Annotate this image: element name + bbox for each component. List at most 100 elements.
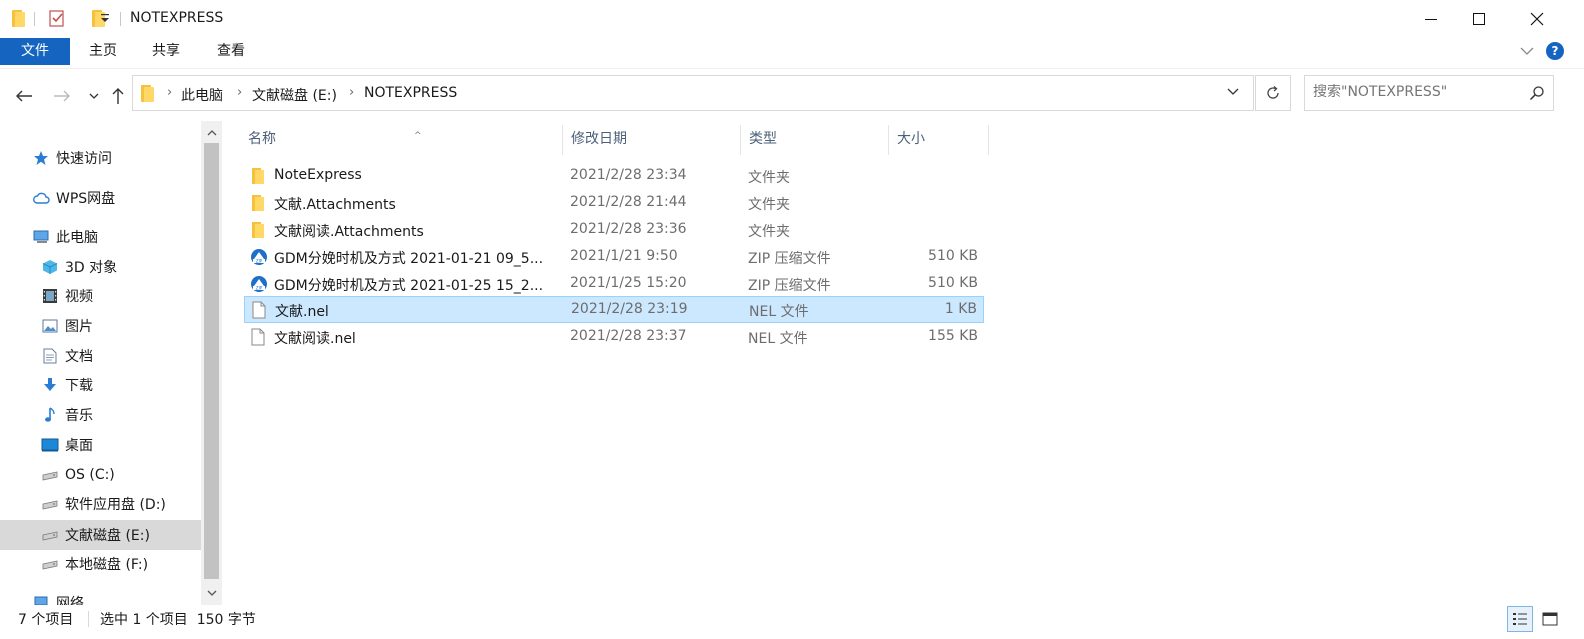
file-row-selected[interactable]: 文献.nel 2021/2/28 23:19 NEL 文件 1 KB: [244, 296, 984, 323]
sidebar-item-drive-d[interactable]: 软件应用盘 (D:): [41, 490, 166, 518]
chevron-right-icon[interactable]: ›: [167, 85, 172, 100]
cube-icon: [41, 258, 59, 276]
sidebar-item-3d-objects[interactable]: 3D 对象: [41, 253, 117, 281]
chevron-right-icon[interactable]: ›: [349, 85, 354, 100]
breadcrumb-drive-e[interactable]: 文献磁盘 (E:): [252, 85, 337, 105]
window-title: NOTEXPRESS: [130, 10, 224, 26]
sidebar-item-label: 网络: [56, 596, 84, 605]
zip-icon: ZIP: [250, 248, 268, 266]
sidebar-item-drive-e[interactable]: 文献磁盘 (E:): [41, 521, 150, 549]
forward-button[interactable]: [50, 85, 74, 107]
folder-icon: [250, 194, 268, 212]
chevron-down-icon[interactable]: [1520, 44, 1534, 60]
folder-icon: [250, 167, 268, 185]
sidebar-item-label: 图片: [65, 319, 93, 335]
column-header-size[interactable]: 大小: [889, 125, 989, 155]
properties-icon[interactable]: [48, 9, 66, 31]
file-name: 文献.nel: [275, 304, 329, 320]
sidebar-item-documents[interactable]: 文档: [41, 342, 93, 370]
column-header-name[interactable]: ^ 名称: [240, 125, 563, 155]
file-name: NoteExpress: [274, 167, 362, 183]
minimize-button[interactable]: [1408, 0, 1454, 38]
sidebar-item-music[interactable]: 音乐: [41, 401, 93, 429]
svg-text:ZIP: ZIP: [256, 259, 263, 264]
file-size: 155 KB: [928, 328, 978, 344]
file-row[interactable]: ZIP GDM分娩时机及方式 2021-01-25 15_2... 2021/1…: [244, 271, 984, 298]
folder-icon: [141, 85, 155, 102]
column-header-label: 大小: [897, 131, 925, 147]
scroll-down-icon[interactable]: [201, 583, 222, 603]
sidebar-item-drive-f[interactable]: 本地磁盘 (F:): [41, 550, 148, 578]
sidebar-item-desktop[interactable]: 桌面: [41, 431, 93, 459]
title-bar: NOTEXPRESS: [0, 0, 1584, 38]
selection-info: 选中 1 个项目 150 字节: [100, 612, 256, 628]
sidebar-item-network[interactable]: 网络: [32, 589, 84, 605]
refresh-button[interactable]: [1255, 75, 1291, 111]
file-row[interactable]: ZIP GDM分娩时机及方式 2021-01-21 09_5... 2021/1…: [244, 244, 984, 271]
file-type: 文件夹: [748, 197, 790, 213]
sidebar-item-label: 下载: [65, 378, 93, 394]
sidebar-item-this-pc[interactable]: 此电脑: [32, 223, 98, 251]
file-type: ZIP 压缩文件: [748, 251, 831, 267]
customize-quick-access-icon[interactable]: [100, 12, 110, 28]
sidebar-item-label: 软件应用盘 (D:): [65, 497, 166, 513]
search-input[interactable]: [1313, 84, 1523, 100]
scrollbar-thumb[interactable]: [204, 143, 219, 579]
status-bar: 7 个项目 选中 1 个项目 150 字节: [0, 605, 1584, 639]
sidebar-item-label: 此电脑: [56, 230, 98, 246]
column-header-date[interactable]: 修改日期: [563, 125, 741, 155]
help-icon[interactable]: ?: [1546, 42, 1564, 60]
sidebar-item-label: OS (C:): [65, 467, 115, 483]
column-header-type[interactable]: 类型: [741, 125, 889, 155]
desktop-icon: [41, 436, 59, 454]
large-icons-view-button[interactable]: [1537, 606, 1563, 632]
sidebar-item-videos[interactable]: 视频: [41, 282, 93, 310]
address-bar[interactable]: › 此电脑 › 文献磁盘 (E:) › NOTEXPRESS: [132, 75, 1254, 111]
sidebar-scrollbar[interactable]: [201, 121, 222, 605]
breadcrumb-this-pc[interactable]: 此电脑: [181, 85, 223, 105]
sidebar-item-wps-drive[interactable]: WPS网盘: [32, 184, 115, 212]
sidebar-item-downloads[interactable]: 下载: [41, 371, 93, 399]
sidebar-clip: 网络: [0, 589, 201, 605]
file-name: GDM分娩时机及方式 2021-01-21 09_5...: [274, 251, 544, 267]
sidebar-item-label: 文献磁盘 (E:): [65, 528, 150, 544]
divider: [34, 12, 35, 26]
svg-text:ZIP: ZIP: [256, 286, 263, 291]
recent-locations-button[interactable]: [82, 85, 106, 107]
sidebar-item-label: 快速访问: [56, 151, 112, 167]
tab-file[interactable]: 文件: [0, 38, 70, 65]
file-row[interactable]: 文献阅读.nel 2021/2/28 23:37 NEL 文件 155 KB: [244, 324, 984, 351]
sidebar-item-pictures[interactable]: 图片: [41, 312, 93, 340]
back-button[interactable]: [12, 85, 36, 107]
file-name: GDM分娩时机及方式 2021-01-25 15_2...: [274, 278, 544, 294]
tab-view[interactable]: 查看: [208, 38, 254, 65]
details-view-button[interactable]: [1507, 606, 1533, 632]
folder-icon: [250, 221, 268, 239]
file-row[interactable]: 文献阅读.Attachments 2021/2/28 23:36 文件夹: [244, 217, 984, 244]
search-box[interactable]: [1304, 75, 1554, 111]
maximize-button[interactable]: [1456, 0, 1502, 38]
tab-home[interactable]: 主页: [80, 38, 126, 65]
chevron-down-icon[interactable]: [1227, 85, 1239, 101]
file-row[interactable]: 文献.Attachments 2021/2/28 21:44 文件夹: [244, 190, 984, 217]
up-button[interactable]: [106, 85, 130, 107]
network-icon: [32, 594, 50, 605]
file-row[interactable]: NoteExpress 2021/2/28 23:34 文件夹: [244, 163, 984, 190]
scroll-up-icon[interactable]: [201, 123, 222, 143]
column-header-label: 修改日期: [571, 131, 627, 147]
chevron-right-icon[interactable]: ›: [237, 85, 242, 100]
close-button[interactable]: [1514, 0, 1560, 38]
file-name: 文献阅读.Attachments: [274, 224, 424, 240]
search-icon[interactable]: [1529, 85, 1545, 105]
breadcrumb-notexpress[interactable]: NOTEXPRESS: [364, 85, 457, 101]
music-icon: [41, 406, 59, 424]
file-date: 2021/1/25 15:20: [570, 275, 687, 291]
sidebar-item-drive-c[interactable]: OS (C:): [41, 461, 115, 489]
sidebar-item-label: 3D 对象: [65, 260, 118, 276]
drive-icon: [41, 495, 59, 513]
file-icon: [251, 301, 269, 319]
sidebar-item-quick-access[interactable]: 快速访问: [32, 144, 112, 172]
file-date: 2021/2/28 23:37: [570, 328, 687, 344]
tab-share[interactable]: 共享: [143, 38, 189, 65]
file-name: 文献.Attachments: [274, 197, 396, 213]
